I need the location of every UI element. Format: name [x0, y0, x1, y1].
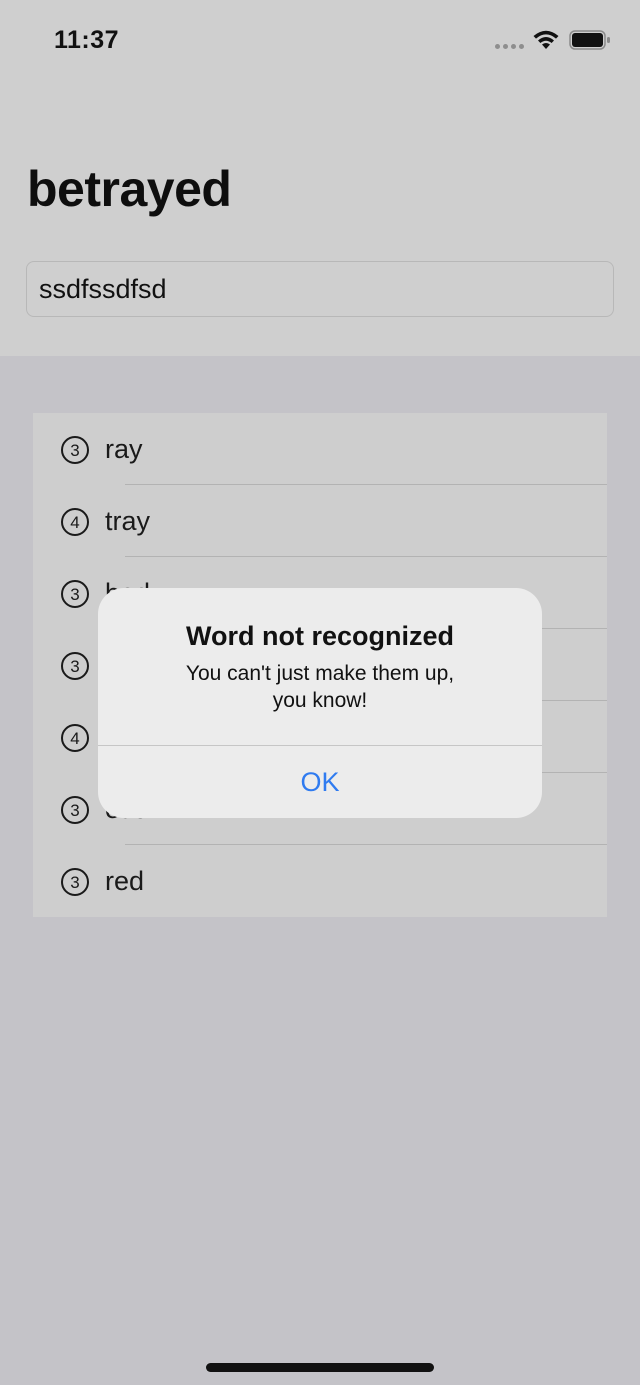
wifi-icon [533, 30, 559, 49]
count-circle-icon: 4 [61, 508, 89, 536]
count-circle-icon: 3 [61, 652, 89, 680]
word-input[interactable] [26, 261, 614, 317]
home-indicator[interactable] [206, 1363, 434, 1372]
alert-title: Word not recognized [186, 621, 454, 651]
word-label: red [105, 866, 145, 896]
count-circle-icon: 3 [61, 436, 89, 464]
word-label: ray [105, 434, 143, 464]
list-item[interactable]: 4 tray [33, 485, 607, 557]
alert-message: You can't just make them up, you know! [138, 660, 502, 714]
count-circle-icon: 3 [61, 868, 89, 896]
list-item[interactable]: 3 red [33, 845, 607, 917]
app-screen: 11:37 betrayed 3 ray 4 tray 3 [0, 0, 640, 1385]
count-circle-icon: 4 [61, 724, 89, 752]
word-label: tray [105, 506, 151, 536]
count-circle-icon: 3 [61, 796, 89, 824]
count-circle-icon: 3 [61, 580, 89, 608]
cellular-signal-icon [495, 44, 525, 50]
status-time: 11:37 [54, 26, 120, 54]
alert-dialog: Word not recognized You can't just make … [98, 588, 542, 818]
alert-message-line: You can't just make them up, [185, 662, 455, 685]
page-title: betrayed [27, 161, 232, 217]
list-item[interactable]: 3 ray [33, 413, 607, 485]
ok-button[interactable]: OK [98, 746, 542, 818]
header: 11:37 betrayed [0, 0, 640, 356]
alert-message-line: you know! [272, 689, 368, 712]
battery-icon [569, 30, 610, 50]
